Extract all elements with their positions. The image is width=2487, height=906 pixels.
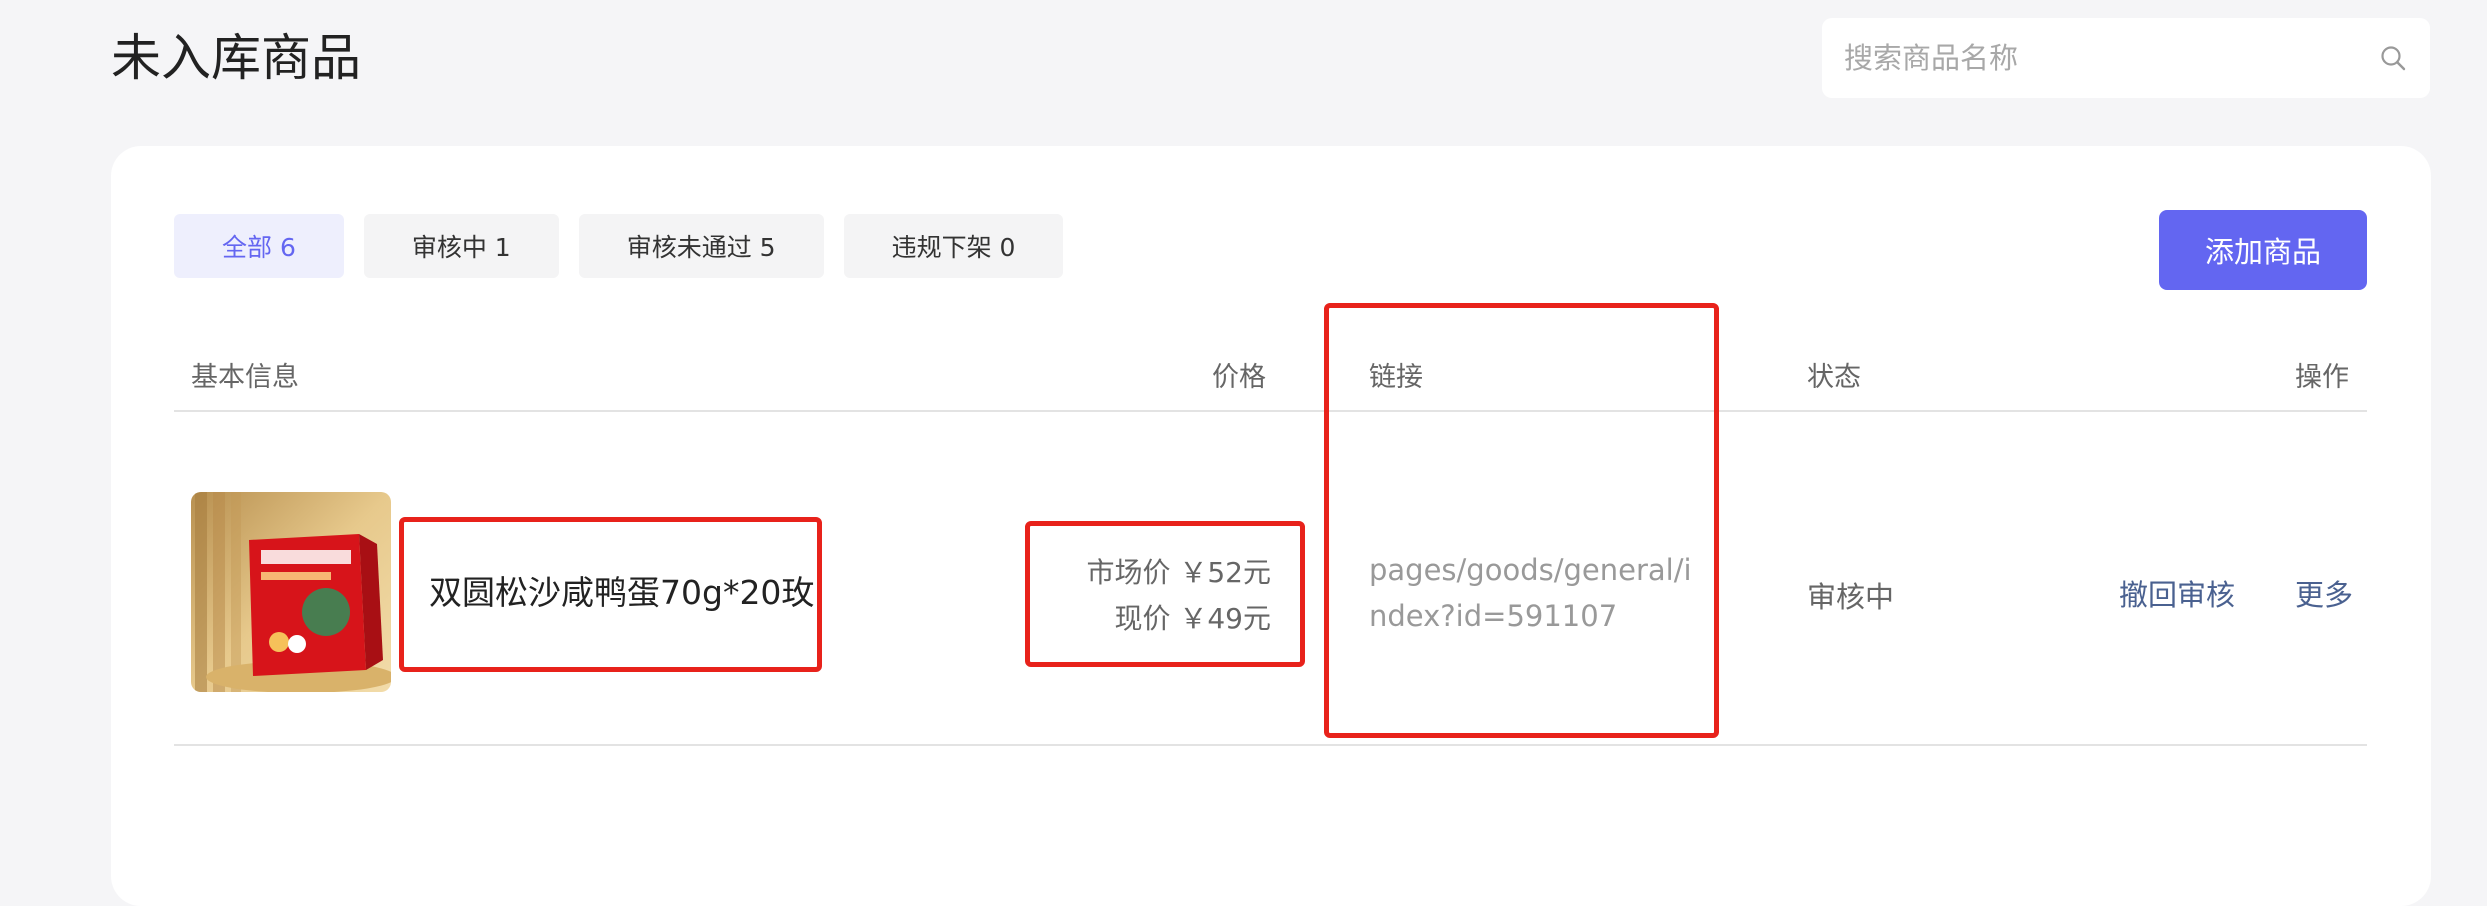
tab-all[interactable]: 全部 6 xyxy=(174,214,344,278)
goods-card: 全部 6 审核中 1 审核未通过 5 违规下架 0 添加商品 基本信息 价格 链… xyxy=(111,146,2431,906)
search-input[interactable] xyxy=(1842,40,2376,76)
goods-link: pages/goods/general/index?id=591107 xyxy=(1369,553,1692,633)
column-header-operations: 操作 xyxy=(2295,362,2349,393)
withdraw-review-link[interactable]: 撤回审核 xyxy=(2119,573,2235,617)
page-title: 未入库商品 xyxy=(111,29,361,87)
market-price: 市场价 ￥52元 xyxy=(1086,556,1271,589)
search-bar xyxy=(1822,18,2430,98)
more-link[interactable]: 更多 xyxy=(2295,573,2353,617)
table-row: 双圆松沙咸鸭蛋70g*20玫 市场价 ￥52元 现价 ￥49元 pages/go… xyxy=(174,410,2367,746)
filter-tabs: 全部 6 审核中 1 审核未通过 5 违规下架 0 xyxy=(174,214,1064,278)
column-header-basic-info: 基本信息 xyxy=(191,362,299,393)
product-thumbnail xyxy=(191,492,391,692)
search-icon[interactable] xyxy=(2376,41,2410,75)
add-goods-button[interactable]: 添加商品 xyxy=(2159,210,2367,290)
table-header: 基本信息 价格 链接 状态 操作 xyxy=(174,346,2367,412)
current-price: 现价 ￥49元 xyxy=(1114,602,1271,635)
status-badge: 审核中 xyxy=(1807,580,1895,614)
column-header-status: 状态 xyxy=(1807,362,1861,393)
tab-reviewing[interactable]: 审核中 1 xyxy=(363,214,559,278)
tab-violation-removed[interactable]: 违规下架 0 xyxy=(843,214,1064,278)
column-header-price: 价格 xyxy=(1212,362,1266,393)
column-header-link: 链接 xyxy=(1369,362,1423,393)
price-cell: 市场价 ￥52元 现价 ￥49元 xyxy=(1086,550,1271,642)
product-name: 双圆松沙咸鸭蛋70g*20玫 xyxy=(429,573,815,612)
tab-rejected[interactable]: 审核未通过 5 xyxy=(578,214,824,278)
